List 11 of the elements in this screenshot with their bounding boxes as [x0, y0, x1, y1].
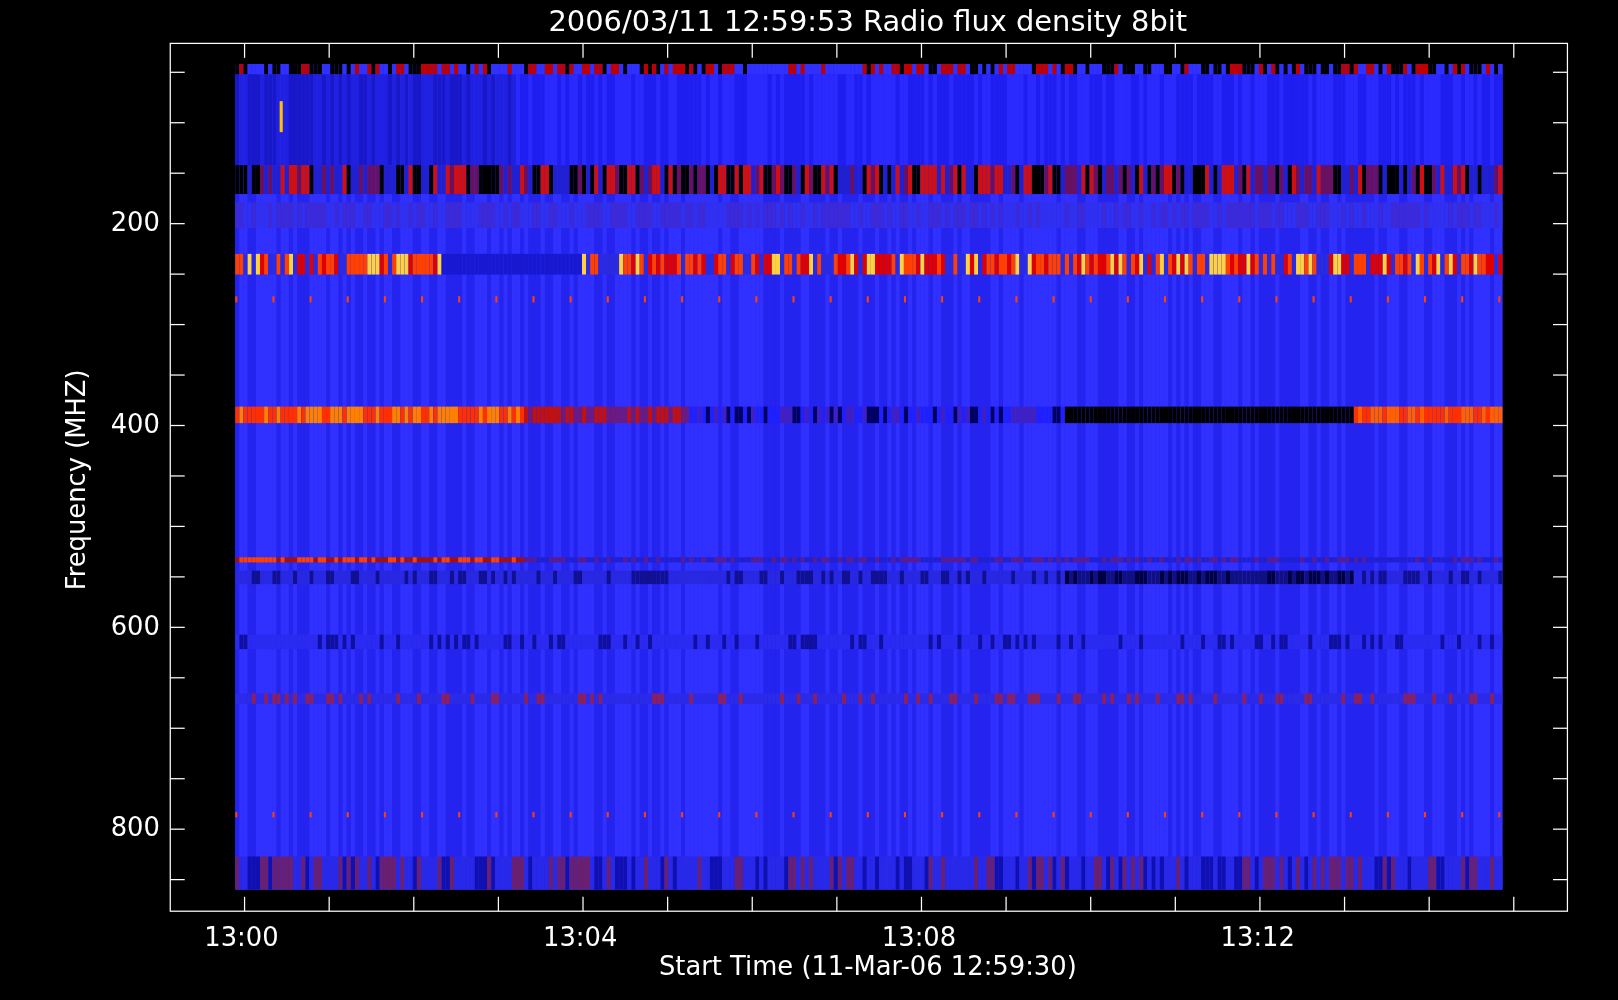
tick-label: 13:00 — [204, 922, 279, 953]
axis-label: Frequency (MHZ) — [60, 369, 91, 591]
tick-label: 200 — [110, 207, 160, 238]
tick-label: 13:04 — [543, 922, 618, 953]
tick-label: 13:08 — [881, 922, 957, 953]
tick-label: 13:12 — [1220, 922, 1295, 953]
tick-label: 600 — [110, 610, 160, 641]
tick-label: 400 — [110, 408, 160, 439]
chart-title: 2006/03/11 12:59:53 Radio flux density 8bit — [548, 4, 1188, 38]
axis-label: Start Time (11-Mar-06 12:59:30) — [658, 951, 1077, 982]
tick-label: 800 — [110, 812, 160, 843]
